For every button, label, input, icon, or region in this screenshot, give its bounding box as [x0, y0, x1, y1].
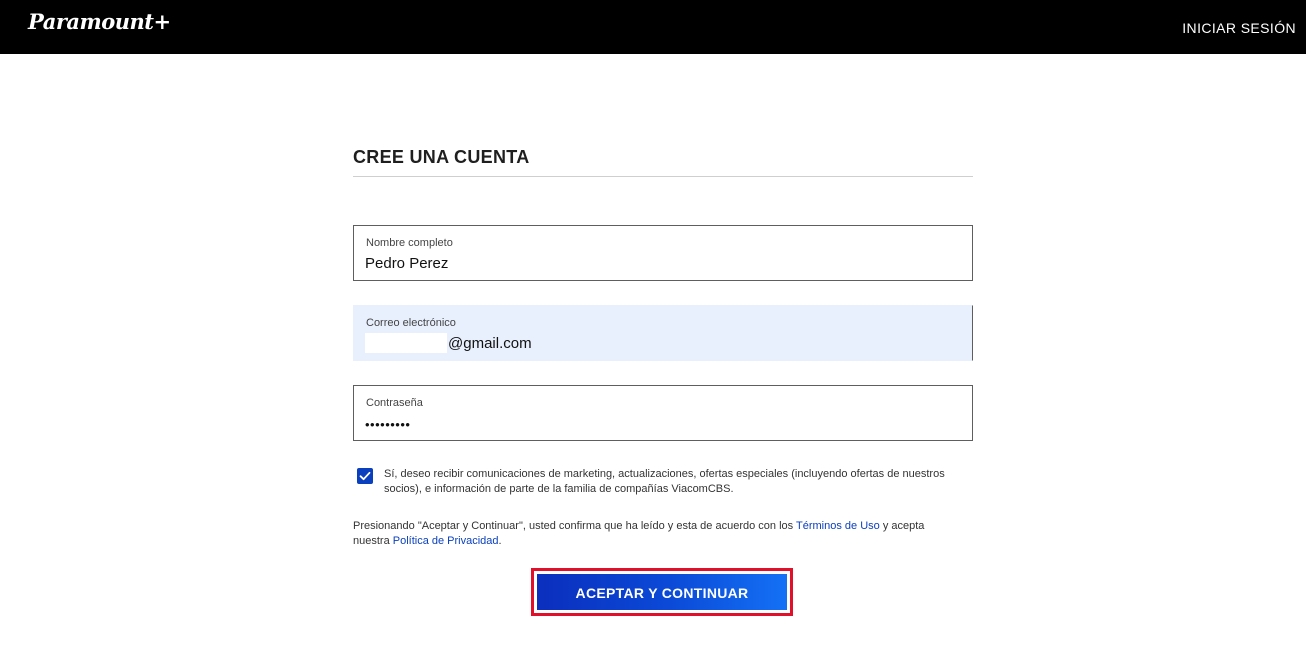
- redacted-email-block: [365, 332, 447, 353]
- submit-button-highlight: ACEPTAR Y CONTINUAR: [531, 568, 793, 616]
- email-label: Correo electrónico: [366, 317, 456, 329]
- paramount-plus-logo[interactable]: Paramount+: [28, 9, 171, 34]
- privacy-policy-link[interactable]: Política de Privacidad: [393, 535, 499, 547]
- full-name-field[interactable]: Nombre completo Pedro Perez: [353, 225, 973, 281]
- password-label: Contraseña: [366, 397, 423, 409]
- legal-suffix: .: [498, 535, 502, 547]
- full-name-label: Nombre completo: [366, 237, 453, 249]
- marketing-checkbox-label: Sí, deseo recibir comunicaciones de mark…: [384, 468, 945, 495]
- email-field[interactable]: Correo electrónico @gmail.com: [353, 305, 973, 361]
- full-name-value: Pedro Perez: [365, 255, 449, 272]
- signup-form: CREE UNA CUENTA Nombre completo Pedro Pe…: [353, 140, 973, 616]
- top-navigation-bar: Paramount+ INICIAR SESIÓN: [0, 0, 1306, 54]
- email-value: @gmail.com: [448, 335, 532, 352]
- email-value-wrapper: @gmail.com: [365, 332, 532, 353]
- password-value: •••••••••: [365, 417, 411, 432]
- checkmark-icon: [359, 471, 371, 481]
- signin-link[interactable]: INICIAR SESIÓN: [1182, 20, 1296, 36]
- accept-and-continue-button[interactable]: ACEPTAR Y CONTINUAR: [537, 574, 787, 610]
- page-title: CREE UNA CUENTA: [353, 140, 973, 177]
- password-field[interactable]: Contraseña •••••••••: [353, 385, 973, 441]
- marketing-checkbox[interactable]: [357, 468, 373, 484]
- terms-of-use-link[interactable]: Términos de Uso: [796, 520, 880, 532]
- legal-notice: Presionando "Aceptar y Continuar", usted…: [353, 519, 953, 549]
- legal-prefix: Presionando "Aceptar y Continuar", usted…: [353, 520, 796, 532]
